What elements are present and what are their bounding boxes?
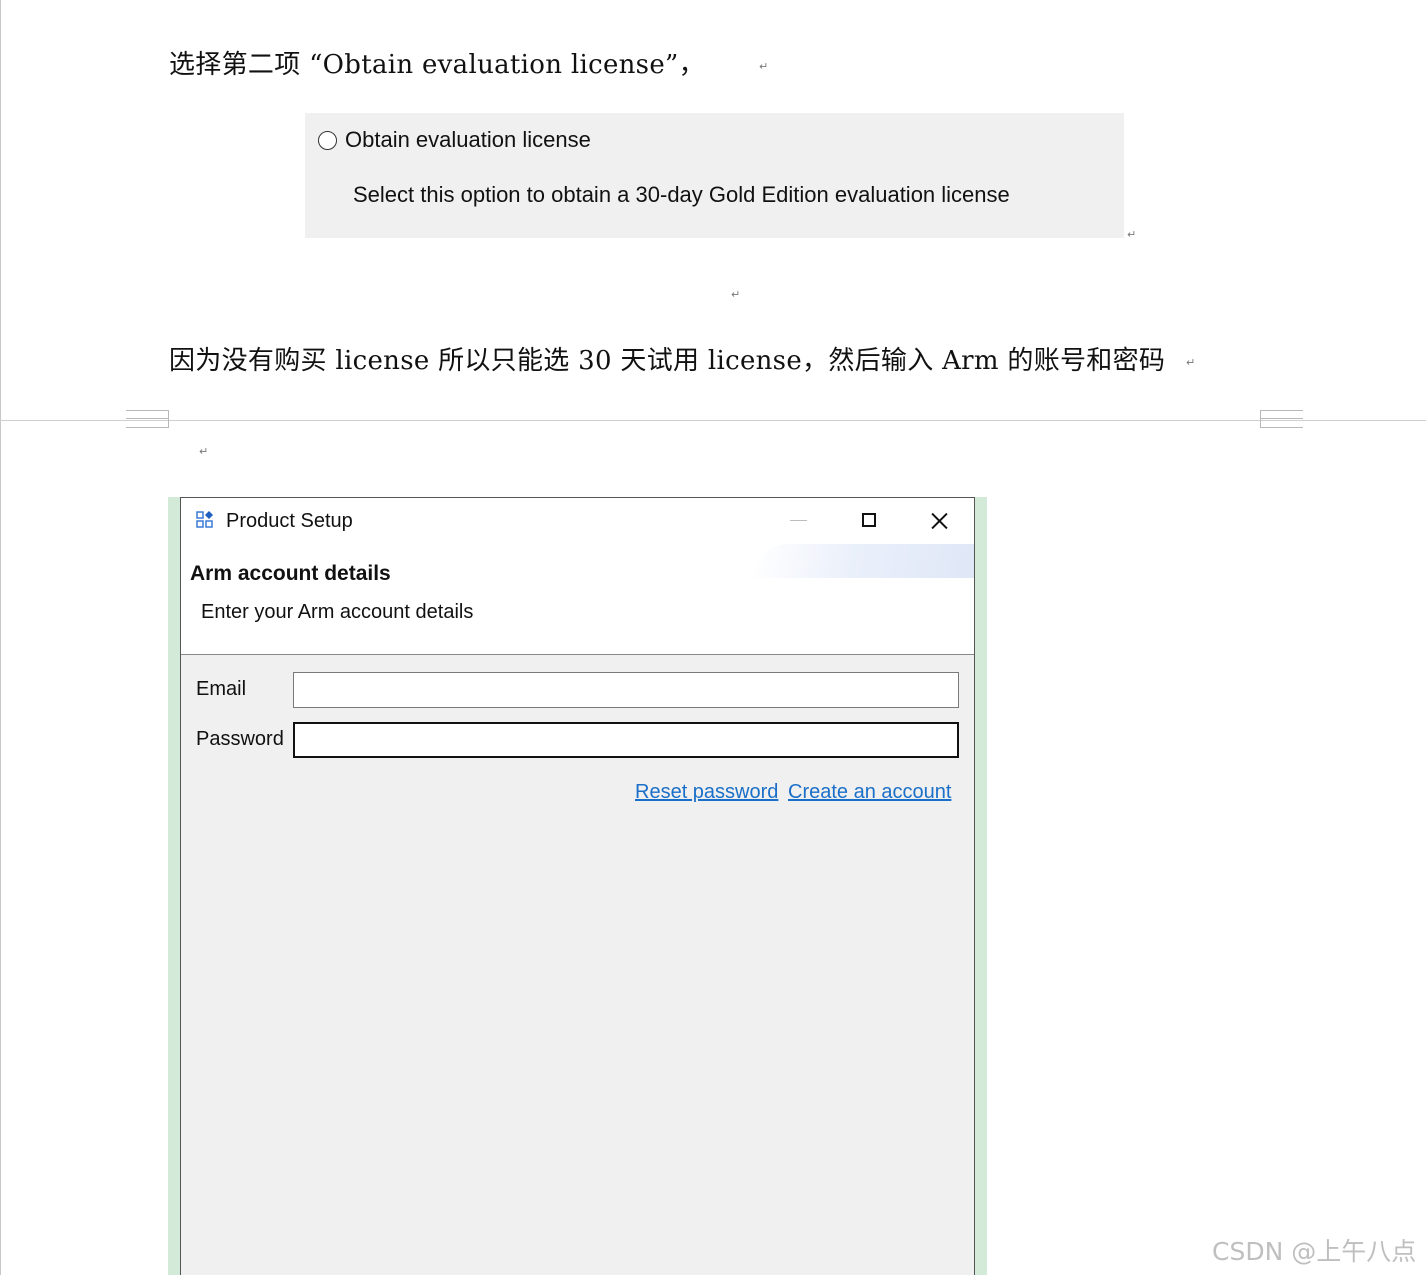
password-label: Password <box>196 728 284 750</box>
page-corner-mark-right <box>1260 410 1303 428</box>
paragraph-mark: ↵ <box>1127 228 1137 241</box>
paragraph-mark: ↵ <box>1186 356 1196 369</box>
instruction-paragraph-1: 选择第二项 “Obtain evaluation license”， <box>169 50 705 80</box>
create-account-link[interactable]: Create an account <box>788 781 951 804</box>
dialog-header: Product Setup Arm account details Enter … <box>181 498 974 655</box>
window-title: Product Setup <box>226 510 353 532</box>
instruction-paragraph-2: 因为没有购买 license 所以只能选 30 天试用 license，然后输入… <box>169 346 1166 376</box>
page-break-line <box>0 420 1426 421</box>
paragraph-mark: ↵ <box>731 288 741 301</box>
paragraph-mark: ↵ <box>199 445 209 458</box>
password-field[interactable] <box>293 722 959 758</box>
product-setup-dialog: Product Setup Arm account details Enter … <box>180 497 975 1275</box>
paragraph-mark: ↵ <box>759 60 769 73</box>
page-subtitle: Enter your Arm account details <box>201 601 474 623</box>
watermark: CSDN @上午八点 <box>1212 1237 1417 1266</box>
evaluation-license-label[interactable]: Obtain evaluation license <box>345 127 591 153</box>
email-field[interactable] <box>293 672 959 708</box>
maximize-icon[interactable] <box>855 506 885 536</box>
left-margin-line <box>0 0 1 1275</box>
evaluation-license-description: Select this option to obtain a 30-day Go… <box>353 182 1010 207</box>
reset-password-link[interactable]: Reset password <box>635 781 778 804</box>
evaluation-license-option-image: Obtain evaluation license Select this op… <box>305 113 1124 238</box>
minimize-icon[interactable] <box>784 506 814 536</box>
radio-unselected-icon[interactable] <box>318 131 337 150</box>
product-setup-icon <box>196 511 213 528</box>
header-decoration <box>754 544 974 578</box>
page-title: Arm account details <box>190 562 391 585</box>
page-corner-mark-left <box>126 410 169 428</box>
close-icon[interactable] <box>925 506 955 536</box>
email-label: Email <box>196 678 247 700</box>
